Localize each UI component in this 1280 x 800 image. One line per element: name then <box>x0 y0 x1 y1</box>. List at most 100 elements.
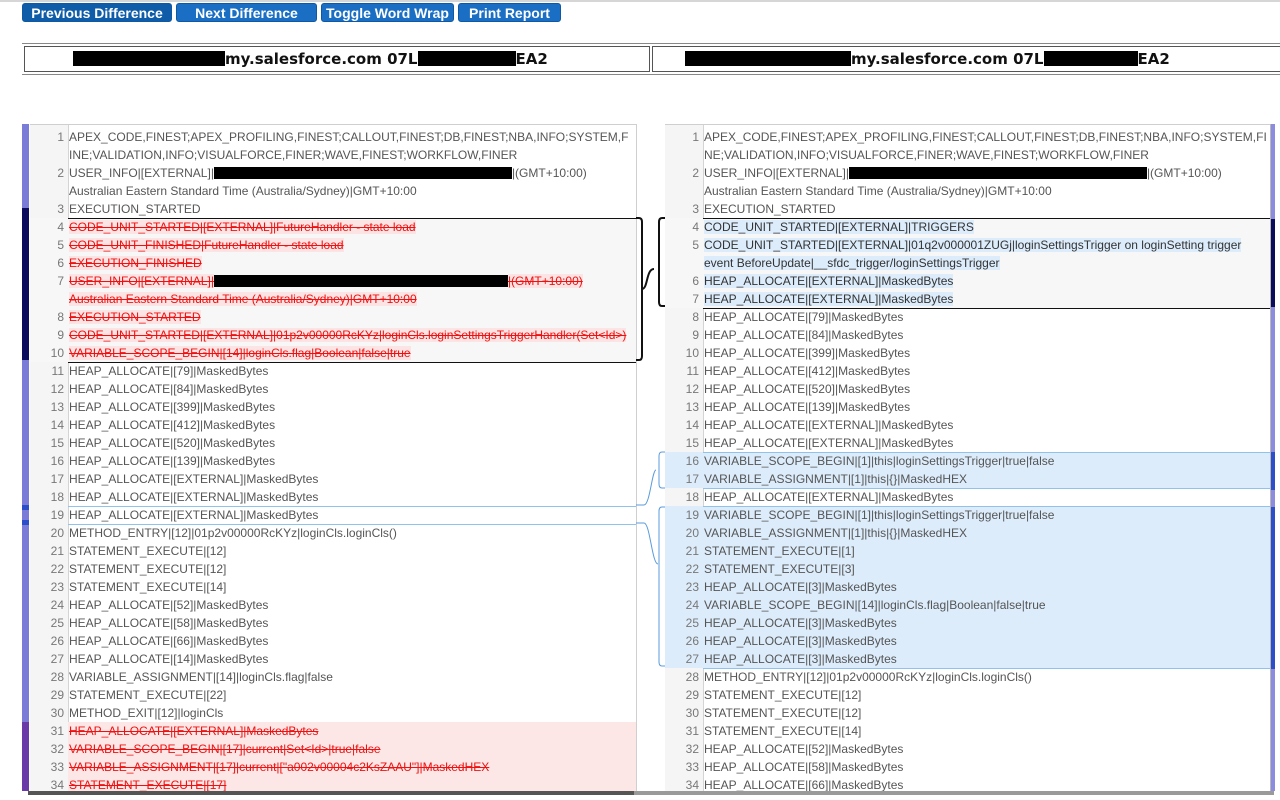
overview-change-marker[interactable] <box>22 505 29 510</box>
line-text: HEAP_ALLOCATE|[399]|MaskedBytes <box>704 346 911 360</box>
line-number: 32 <box>50 742 64 756</box>
line-number: 29 <box>685 688 699 702</box>
line-text: VARIABLE_ASSIGNMENT|[17]|current|["a002v… <box>68 758 636 776</box>
line-number: 29 <box>50 688 64 702</box>
diff-line-plain: 2 USER_INFO|[EXTERNAL]| |(GMT+10:00) <box>30 164 636 182</box>
line-number: 31 <box>50 724 64 738</box>
line-text: APEX_CODE,FINEST;APEX_PROFILING,FINEST;C… <box>69 130 629 144</box>
line-number: 30 <box>685 706 699 720</box>
line-number: 7 <box>692 292 699 306</box>
overview-change-marker[interactable] <box>1271 219 1275 307</box>
line-number: 10 <box>685 346 699 360</box>
diff-line-mod: 25 HEAP_ALLOCATE|[3]|MaskedBytes <box>665 614 1271 632</box>
line-number: 19 <box>50 508 64 522</box>
diff-line-ins: 4 CODE_UNIT_STARTED|[EXTERNAL]|TRIGGERS <box>665 218 1271 236</box>
line-number: 15 <box>685 436 699 450</box>
line-number: 26 <box>50 634 64 648</box>
redacted-block <box>685 51 851 66</box>
line-number: 9 <box>692 328 699 342</box>
line-text: Australian Eastern Standard Time (Austra… <box>69 292 417 306</box>
line-text: HEAP_ALLOCATE|[79]|MaskedBytes <box>69 364 269 378</box>
change-block-border <box>703 506 1271 507</box>
line-text: HEAP_ALLOCATE|[EXTERNAL]|MaskedBytes <box>704 292 954 306</box>
change-block-border <box>703 308 1271 309</box>
line-text: HEAP_ALLOCATE|[58]|MaskedBytes <box>704 760 904 774</box>
line-number: 32 <box>685 742 699 756</box>
line-number: 19 <box>685 508 699 522</box>
horizontal-scrollbar[interactable] <box>28 791 1274 795</box>
line-number <box>30 182 68 200</box>
line-number: 14 <box>685 418 699 432</box>
overview-change-marker[interactable] <box>1271 507 1275 669</box>
line-number: 8 <box>57 310 64 324</box>
line-text: STATEMENT_EXECUTE|[12] <box>69 562 227 576</box>
line-number: 22 <box>50 562 64 576</box>
diff-line-del: 9 CODE_UNIT_STARTED|[EXTERNAL]|01p2v00000… <box>30 326 636 344</box>
line-text: STATEMENT_EXECUTE|[12] <box>69 544 227 558</box>
change-block-border <box>703 218 1271 219</box>
left-diff-pane[interactable]: 1 APEX_CODE,FINEST;APEX_PROFILING,FINEST;… <box>30 124 637 794</box>
right-diff-pane[interactable]: 1 APEX_CODE,FINEST;APEX_PROFILING,FINEST;… <box>665 124 1272 794</box>
left-overview-bar[interactable] <box>22 124 29 791</box>
left-file-title: my.salesforce.com 07L EA2 <box>24 46 650 72</box>
print-report-button[interactable]: Print Report <box>458 3 561 22</box>
file-header-table: my.salesforce.com 07L EA2 my.salesforce.c… <box>22 43 1280 75</box>
overview-change-marker[interactable] <box>22 722 29 791</box>
redacted-block <box>73 51 225 66</box>
diff-line-plain: 33 HEAP_ALLOCATE|[58]|MaskedBytes <box>665 758 1271 776</box>
line-number: 1 <box>57 130 64 144</box>
diff-line-plain: 25 HEAP_ALLOCATE|[58]|MaskedBytes <box>30 614 636 632</box>
redacted-block <box>848 167 1147 179</box>
line-text: HEAP_ALLOCATE|[EXTERNAL]|MaskedBytes <box>704 490 954 504</box>
line-text: EXECUTION_STARTED <box>704 202 836 216</box>
line-number: 1 <box>692 130 699 144</box>
line-number: 18 <box>50 490 64 504</box>
line-text: HEAP_ALLOCATE|[3]|MaskedBytes <box>704 616 897 630</box>
diff-line-plain: 30 METHOD_EXIT|[12]|loginCls <box>30 704 636 722</box>
line-text: HEAP_ALLOCATE|[84]|MaskedBytes <box>69 382 269 396</box>
line-text: METHOD_ENTRY|[12]|01p2v00000RcKYz|loginC… <box>69 526 397 540</box>
line-number: 23 <box>50 580 64 594</box>
line-number: 7 <box>57 274 64 288</box>
line-text: USER_INFO|[EXTERNAL]| |(GMT+10:00) <box>69 166 587 180</box>
diff-line-plain: 22 STATEMENT_EXECUTE|[12] <box>30 560 636 578</box>
diff-line-plain: 13 HEAP_ALLOCATE|[139]|MaskedBytes <box>665 398 1271 416</box>
diff-line-plain: 24 HEAP_ALLOCATE|[52]|MaskedBytes <box>30 596 636 614</box>
toggle-word-wrap-button[interactable]: Toggle Word Wrap <box>321 3 454 22</box>
diff-line-plain: 12 HEAP_ALLOCATE|[84]|MaskedBytes <box>30 380 636 398</box>
line-text: USER_INFO|[EXTERNAL]| |(GMT+10:00) <box>704 166 1222 180</box>
right-overview-bar[interactable] <box>1270 124 1275 791</box>
line-number: 30 <box>50 706 64 720</box>
line-text: VARIABLE_ASSIGNMENT|[14]|loginCls.flag|f… <box>69 670 333 684</box>
line-number <box>665 146 703 164</box>
line-text: CODE_UNIT_STARTED|[EXTERNAL]|FutureHandl… <box>69 220 416 234</box>
line-number: 11 <box>686 364 699 378</box>
line-text: METHOD_EXIT|[12]|loginCls <box>69 706 224 720</box>
diff-line-plain: 9 HEAP_ALLOCATE|[84]|MaskedBytes <box>665 326 1271 344</box>
line-number: 4 <box>57 220 64 234</box>
line-text: HEAP_ALLOCATE|[84]|MaskedBytes <box>704 328 904 342</box>
overview-change-marker[interactable] <box>1271 452 1275 490</box>
diff-line-mod: 27 HEAP_ALLOCATE|[3]|MaskedBytes <box>665 650 1271 668</box>
diff-line-plain: 19 HEAP_ALLOCATE|[EXTERNAL]|MaskedBytes <box>30 506 636 524</box>
diff-line-plain: 17 HEAP_ALLOCATE|[EXTERNAL]|MaskedBytes <box>30 470 636 488</box>
change-block-border <box>68 506 636 507</box>
connector-curve-black <box>641 268 655 290</box>
diff-line-mod: 24 VARIABLE_SCOPE_BEGIN|[14]|loginCls.fla… <box>665 596 1271 614</box>
left-title-suffix: EA2 <box>515 50 548 68</box>
diff-line-plain: Australian Eastern Standard Time (Austra… <box>30 182 636 200</box>
diff-line-mod: 17 VARIABLE_ASSIGNMENT|[1]|this|{}|Masked… <box>665 470 1271 488</box>
scrollbar-thumb[interactable] <box>28 791 634 795</box>
line-text: VARIABLE_SCOPE_BEGIN|[14]|loginCls.flag|… <box>704 598 1046 612</box>
redacted-block <box>213 167 512 179</box>
line-text: HEAP_ALLOCATE|[EXTERNAL]|MaskedBytes <box>68 722 636 740</box>
overview-change-marker[interactable] <box>22 520 29 525</box>
line-text: HEAP_ALLOCATE|[EXTERNAL]|MaskedBytes <box>704 436 954 450</box>
diff-line-plain: 15 HEAP_ALLOCATE|[520]|MaskedBytes <box>30 434 636 452</box>
overview-change-marker[interactable] <box>22 208 29 360</box>
next-difference-button[interactable]: Next Difference <box>176 3 317 22</box>
line-number: 17 <box>50 472 64 486</box>
line-text: HEAP_ALLOCATE|[3]|MaskedBytes <box>704 580 897 594</box>
previous-difference-button[interactable]: Previous Difference <box>22 3 172 22</box>
diff-line-delpink: 32 VARIABLE_SCOPE_BEGIN|[17]|current|Set<… <box>30 740 636 758</box>
